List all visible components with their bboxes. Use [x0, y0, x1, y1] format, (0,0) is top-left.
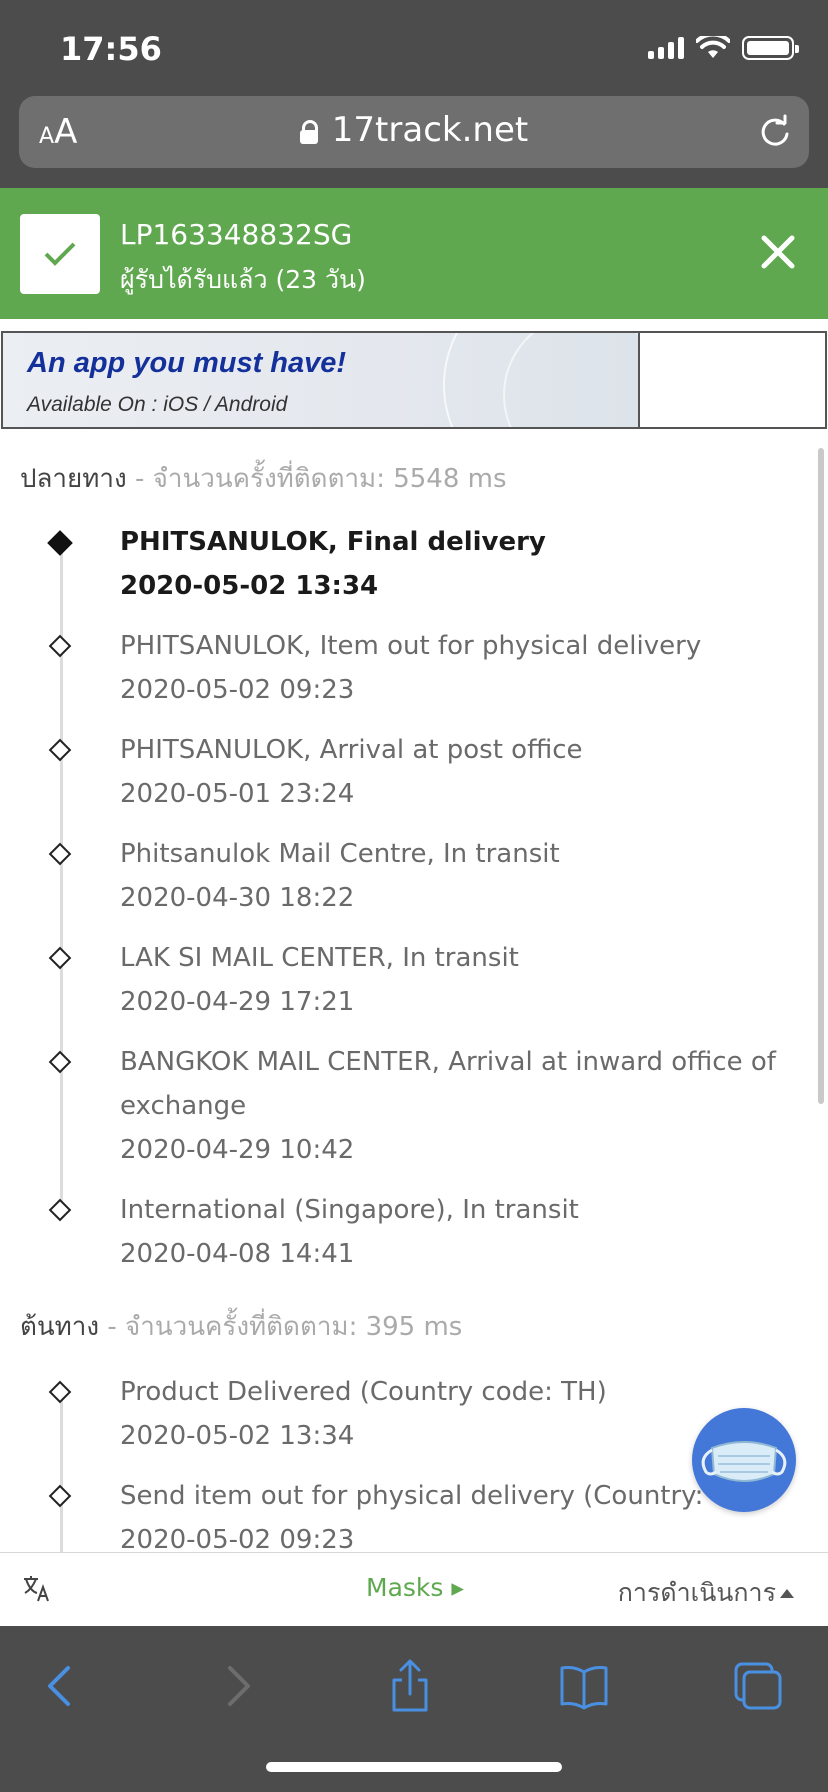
- tracking-header: LP163348832SG ผู้รับได้รับแล้ว (23 วัน): [0, 188, 828, 319]
- forward-icon[interactable]: [206, 1656, 266, 1716]
- address-bar[interactable]: AA 17track.net: [19, 96, 809, 168]
- close-icon[interactable]: [758, 232, 798, 272]
- event-description: BANGKOK MAIL CENTER, Arrival at inward o…: [120, 1047, 776, 1121]
- banner-subtitle: Available On : iOS / Android: [27, 393, 288, 416]
- status-time: 17:56: [60, 30, 162, 68]
- event-marker-icon: [48, 1484, 72, 1508]
- destination-meta: - จำนวนครั้งที่ติดตาม: 5548 ms: [126, 464, 507, 494]
- destination-label: ปลายทาง: [20, 464, 127, 494]
- mask-promo-button[interactable]: [692, 1408, 796, 1512]
- event-time: 2020-05-01 23:24: [120, 779, 355, 809]
- tabs-icon[interactable]: [728, 1656, 788, 1716]
- wifi-icon: [696, 36, 730, 58]
- origin-meta: - จำนวนครั้งที่ติดตาม: 395 ms: [99, 1312, 463, 1342]
- share-icon[interactable]: [380, 1656, 440, 1716]
- event-marker-icon: [47, 530, 73, 556]
- actions-menu[interactable]: การดำเนินการ: [618, 1573, 794, 1613]
- battery-icon: [742, 36, 799, 60]
- url-text: 17track.net: [331, 110, 529, 150]
- mask-icon: [701, 1441, 787, 1482]
- status-icons: [648, 36, 799, 60]
- event-marker-icon: [48, 738, 72, 762]
- bookmarks-icon[interactable]: [554, 1656, 614, 1716]
- browser-top-bar: 17:56 AA 17track.net: [0, 0, 828, 188]
- check-icon: [44, 242, 76, 266]
- origin-header: ต้นทาง - จำนวนครั้งที่ติดตาม: 395 ms: [20, 1306, 462, 1347]
- lock-icon: [299, 120, 318, 144]
- event-description: PHITSANULOK, Item out for physical deliv…: [120, 631, 702, 661]
- destination-header: ปลายทาง - จำนวนครั้งที่ติดตาม: 5548 ms: [20, 458, 507, 499]
- event-description: Phitsanulok Mail Centre, In transit: [120, 839, 560, 869]
- event-description: International (Singapore), In transit: [120, 1195, 579, 1225]
- event-marker-icon: [48, 842, 72, 866]
- event-marker-icon: [48, 1380, 72, 1404]
- reload-icon[interactable]: [757, 114, 793, 150]
- event-time: 2020-04-29 10:42: [120, 1135, 355, 1165]
- scrollbar[interactable]: [818, 448, 824, 1104]
- actions-label: การดำเนินการ: [617, 1578, 776, 1607]
- event-description: PHITSANULOK, Arrival at post office: [120, 735, 583, 765]
- back-icon[interactable]: [32, 1656, 92, 1716]
- url-display[interactable]: 17track.net: [19, 110, 809, 150]
- home-indicator: [266, 1762, 562, 1772]
- app-banner-image[interactable]: An app you must have! Available On : iOS…: [3, 333, 640, 427]
- page-bottom-bar: Masks ▸ การดำเนินการ: [0, 1552, 828, 1626]
- event-time: 2020-05-02 13:34: [120, 571, 379, 601]
- event-description: Product Delivered (Country code: TH): [120, 1377, 607, 1407]
- event-marker-icon: [48, 946, 72, 970]
- origin-label: ต้นทาง: [20, 1312, 100, 1342]
- origin-timeline-line: [60, 1400, 63, 1552]
- event-time: 2020-05-02 09:23: [120, 675, 355, 705]
- delivery-status: ผู้รับได้รับแล้ว (23 วัน): [120, 265, 366, 294]
- signal-icon: [648, 37, 684, 59]
- event-description: Send item out for physical delivery (Cou…: [120, 1481, 758, 1511]
- app-banner[interactable]: An app you must have! Available On : iOS…: [1, 331, 827, 429]
- event-marker-icon: [48, 634, 72, 658]
- event-description: LAK SI MAIL CENTER, In transit: [120, 943, 519, 973]
- caret-up-icon: [780, 1589, 794, 1598]
- event-marker-icon: [48, 1198, 72, 1222]
- event-time: 2020-04-29 17:21: [120, 987, 355, 1017]
- event-description: PHITSANULOK, Final delivery: [120, 527, 546, 557]
- event-time: 2020-04-08 14:41: [120, 1239, 355, 1269]
- masks-link[interactable]: Masks ▸: [366, 1573, 464, 1602]
- event-time: 2020-05-02 13:34: [120, 1421, 355, 1451]
- event-marker-icon: [48, 1050, 72, 1074]
- status-check: [20, 214, 100, 294]
- banner-title: An app you must have!: [27, 347, 347, 379]
- translate-icon[interactable]: [22, 1573, 52, 1603]
- event-time: 2020-04-30 18:22: [120, 883, 355, 913]
- tracking-number: LP163348832SG: [120, 218, 353, 251]
